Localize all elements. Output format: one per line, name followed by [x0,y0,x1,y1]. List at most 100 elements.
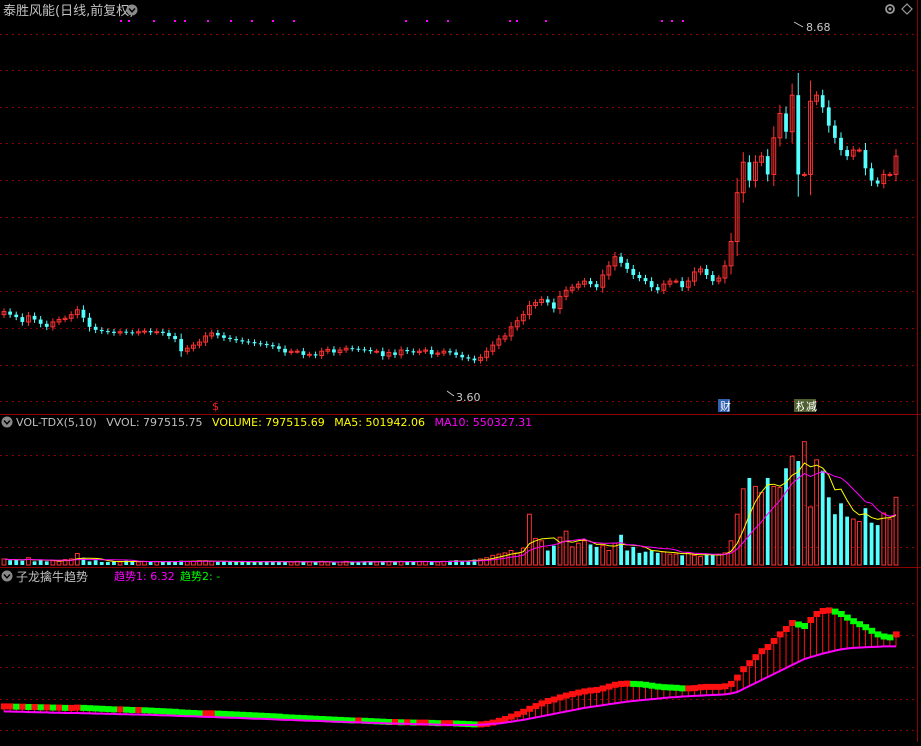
candle-body [704,268,709,276]
candle-body [356,348,361,350]
volume-bar [850,518,856,566]
trend-box [697,684,705,691]
event-markers: $ 财权减 [212,399,817,413]
volume-bar [796,461,801,565]
candle-body [38,319,43,324]
trend-box [220,710,228,717]
candle-body [234,339,239,341]
candle-body [594,284,599,288]
volume-bar [411,561,416,565]
trend-box [556,694,564,701]
volume-bar [619,534,623,565]
volume-bar [1,558,7,566]
candle-body [105,331,110,333]
volume-bar [575,542,581,566]
candle-body [87,317,92,327]
volume-bar [26,557,31,566]
trend-box [587,687,595,694]
trend-box [92,705,100,712]
trend-box [563,692,570,699]
candle-body [655,287,660,291]
candle-body [411,351,416,353]
volume-bar [14,559,19,565]
trend-title: 子龙擒牛趋势 [16,569,88,584]
candle-body [215,332,220,336]
trend-box [654,683,662,690]
candle-body [631,268,636,276]
candle-body [258,343,263,345]
trend-box [251,712,259,719]
volume-bar [87,561,92,565]
candle-body [264,343,269,346]
trend-box [642,681,650,688]
volume-bar [533,537,538,566]
trend-box [764,644,772,650]
candle-body [619,256,623,263]
candle-body [270,345,275,347]
low-price-label: 3.60 [456,391,481,404]
trend-box [789,620,796,626]
trend-box [196,710,204,717]
trend-box [178,709,185,716]
candle-body [673,280,679,283]
trend-box [129,707,136,713]
volume-bar [277,561,281,565]
candle-body [643,278,648,282]
volume-bar [875,525,880,565]
candle-body [277,346,281,349]
volume-bar [222,561,226,565]
volume-bar [594,546,599,565]
trend-box [776,631,784,638]
candle-body [44,323,49,327]
candle-body [820,95,825,108]
candle-body [228,337,232,340]
candle-body [283,348,287,353]
vol-dropdown-icon[interactable] [1,416,13,428]
volume-bar [393,561,397,565]
volume-bar [56,560,62,566]
volume-bar [283,561,287,565]
candle-body [839,137,843,151]
trend-box [886,634,894,641]
signal-dot [184,20,186,22]
candle-body [405,350,410,352]
candle-body [148,331,153,333]
trend-box [172,708,179,715]
signal-dot [516,20,518,22]
vol-ma5-value: MA5: 501942.06 [334,416,425,429]
trend-box [801,623,809,629]
candle-body [625,262,630,269]
trend-box [49,704,57,711]
volume-bar [685,552,691,566]
candle-body [173,335,177,340]
volume-bar [801,441,807,566]
candle-body [680,281,685,288]
candle-body [448,351,452,353]
trend-box [850,618,857,625]
gear-icon[interactable] [885,4,895,14]
candle-body [833,125,837,138]
trend-dropdown-icon[interactable] [1,570,13,582]
candle-body [710,275,715,282]
trend-box [691,685,699,692]
chart-canvas: $ 财权减 泰胜风能(日线,前复权) 8.68 3.60 VOL-TDX(5,10… [0,0,921,742]
trend-box [630,680,637,687]
signal-dot [128,20,130,22]
candle-body [8,311,13,315]
candle-body [252,342,257,344]
volume-bar [869,522,874,565]
candle-body [796,95,801,175]
trend-box [147,707,155,714]
trend-box [123,706,130,713]
candle-body [154,331,160,334]
event-marker-label: $ [212,400,219,413]
trend-box [0,703,8,710]
title-dropdown-icon[interactable] [126,4,138,16]
ma10-line [3,471,897,563]
volume-bar [228,561,232,565]
trend-box [679,685,686,692]
candle-body [313,354,318,356]
trend-box [880,633,888,640]
volume-bar [545,550,550,565]
diamond-icon[interactable] [901,3,913,15]
